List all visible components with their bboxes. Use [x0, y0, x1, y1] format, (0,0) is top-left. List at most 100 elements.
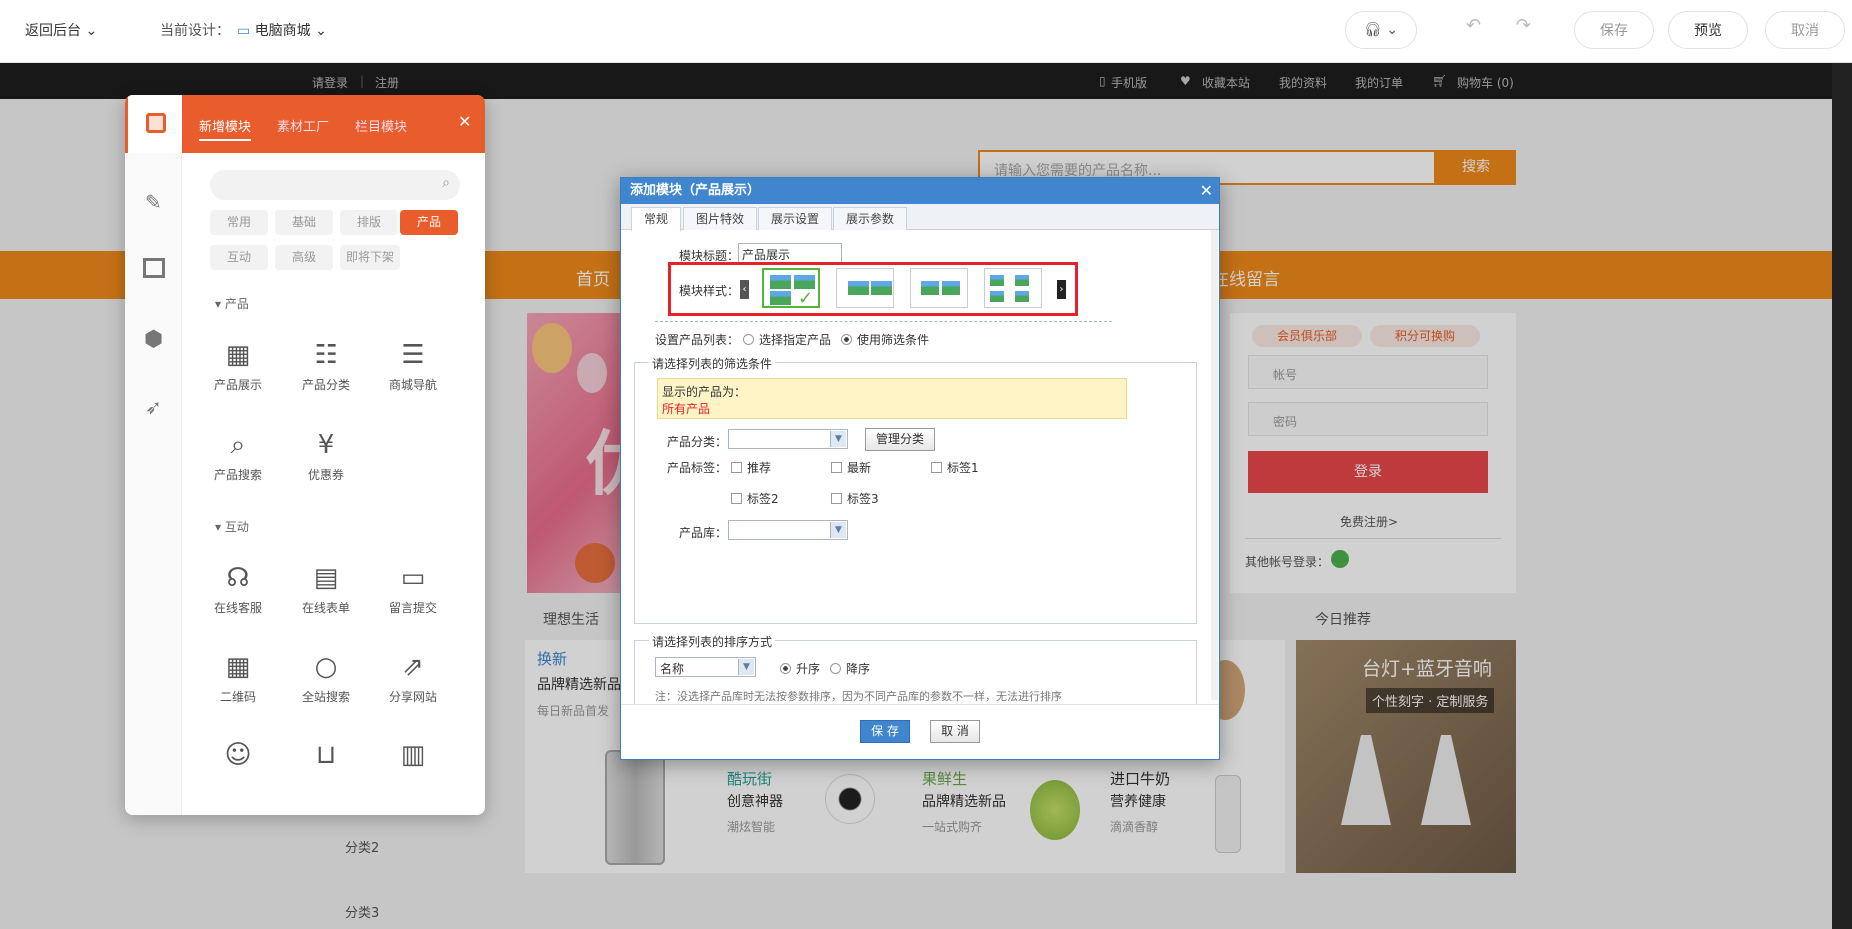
dialog-cancel-button[interactable]: 取 消	[930, 720, 980, 743]
checkbox-label: 标签2	[747, 492, 779, 506]
filter-legend: 请选择列表的筛选条件	[649, 355, 776, 372]
checkbox-icon	[831, 493, 842, 504]
module-online-service[interactable]: ☊ 在线客服	[195, 563, 281, 616]
thumbnail-image	[770, 275, 791, 289]
undo-icon[interactable]: ↶	[1466, 15, 1481, 36]
checkbox-label: 标签1	[947, 461, 979, 475]
module-member[interactable]: ☺	[195, 740, 281, 776]
chevron-left-icon[interactable]: ‹	[740, 280, 749, 299]
chat-icon: ▭	[400, 563, 426, 593]
checkbox-icon	[831, 462, 842, 473]
panel-sidebar: ✎ ⬢ ➶	[125, 95, 182, 815]
module-online-form[interactable]: ▤ 在线表单	[283, 563, 369, 616]
thumbnail-image	[921, 281, 939, 295]
tab-image-effects[interactable]: 图片特效	[683, 207, 758, 230]
style-option-2[interactable]	[836, 268, 894, 308]
chip-product[interactable]: 产品	[400, 210, 458, 235]
chip-layout[interactable]: 排版	[340, 210, 398, 235]
module-message-submit[interactable]: ▭ 留言提交	[370, 563, 456, 616]
manage-category-button[interactable]: 管理分类	[865, 428, 935, 451]
radio-desc[interactable]: 降序	[830, 660, 870, 677]
radio-asc[interactable]: 升序	[780, 660, 820, 677]
radio-label: 升序	[796, 662, 821, 676]
module-poll[interactable]: ▥	[370, 740, 456, 776]
tag-checkbox-recommend[interactable]: 推荐	[731, 459, 771, 476]
thumbnail-image	[871, 281, 892, 295]
chip-interact[interactable]: 互动	[210, 245, 268, 270]
tag-checkbox-newest[interactable]: 最新	[831, 459, 871, 476]
category-select[interactable]: ▼	[728, 429, 848, 449]
category-label: 产品分类：	[667, 435, 728, 449]
save-button[interactable]: 保存	[1574, 11, 1654, 49]
back-to-admin-button[interactable]: 返回后台 ⌄	[25, 20, 97, 40]
caret-down-icon: ▾	[215, 297, 222, 311]
tab-add-module[interactable]: 新增模块	[199, 116, 252, 141]
brush-icon[interactable]: ✎	[145, 190, 162, 214]
module-label: 二维码	[219, 690, 256, 704]
sidebar-item-add-module[interactable]	[125, 95, 182, 153]
scrollbar[interactable]	[1211, 230, 1218, 700]
share-icon: ⇗	[402, 652, 424, 682]
library-select[interactable]: ▼	[728, 520, 848, 540]
monitor-icon: ▭	[237, 23, 251, 39]
thumbnail-image	[942, 281, 960, 295]
tag-checkbox-tag1[interactable]: 标签1	[931, 459, 979, 476]
radio-filter[interactable]: 使用筛选条件	[841, 331, 929, 348]
radio-specified[interactable]: 选择指定产品	[743, 331, 831, 348]
tag-checkbox-tag3[interactable]: 标签3	[831, 490, 879, 507]
module-panel: ✎ ⬢ ➶ 新增模块 素材工厂 栏目模块 ✕ ⌕ 常用 基础 排版 产品 互动 …	[125, 95, 485, 815]
module-search-input[interactable]: ⌕	[210, 170, 460, 200]
chip-basic[interactable]: 基础	[275, 210, 333, 235]
module-coupon[interactable]: ¥ 优惠券	[283, 430, 369, 483]
module-cart[interactable]: ⊔	[283, 740, 369, 776]
tag-checkbox-tag2[interactable]: 标签2	[731, 490, 779, 507]
list-icon: ☷	[314, 340, 338, 370]
rocket-icon[interactable]: ➶	[145, 395, 162, 419]
library-label: 产品库：	[679, 526, 728, 540]
tab-general[interactable]: 常规	[631, 207, 682, 231]
support-button[interactable]: 🎧︎ ⌄	[1345, 11, 1417, 49]
module-label: 在线表单	[301, 601, 350, 615]
module-product-display[interactable]: ▦ 产品展示	[195, 340, 281, 393]
close-icon[interactable]: ✕	[1200, 178, 1213, 204]
chevron-down-icon: ⌄	[85, 23, 98, 39]
redo-icon[interactable]: ↷	[1516, 15, 1531, 36]
style-option-4[interactable]	[984, 268, 1042, 308]
style-option-3[interactable]	[910, 268, 968, 308]
bar-chart-icon: ▥	[400, 740, 426, 770]
module-site-search[interactable]: ○ 全站搜索	[283, 652, 369, 705]
sort-field-select[interactable]: 名称 ▼	[655, 657, 756, 677]
chevron-right-icon[interactable]: ›	[1057, 280, 1066, 299]
coupon-icon: ¥	[317, 430, 335, 460]
thumbnail-image	[1015, 275, 1029, 286]
module-mall-nav[interactable]: ☰ 商城导航	[370, 340, 456, 393]
dialog-tabs: 常规 图片特效 展示设置 展示参数	[621, 204, 1219, 231]
sort-field-value: 名称	[660, 662, 685, 676]
chip-advanced[interactable]: 高级	[275, 245, 333, 270]
module-title-input[interactable]: 产品展示	[738, 243, 842, 263]
thumbnail-image	[770, 291, 791, 305]
hexagon-icon[interactable]: ⬢	[144, 327, 163, 352]
tab-display-settings[interactable]: 展示设置	[758, 207, 833, 230]
dialog-save-button[interactable]: 保 存	[860, 720, 910, 743]
chevron-down-icon: ▼	[738, 659, 754, 675]
search-icon[interactable]: ⌕	[442, 175, 450, 191]
design-select[interactable]: ▭ 电脑商城 ⌄	[237, 20, 327, 40]
tab-column-module[interactable]: 栏目模块	[355, 116, 407, 135]
chip-common[interactable]: 常用	[210, 210, 268, 235]
tab-display-params[interactable]: 展示参数	[833, 207, 908, 230]
style-option-1[interactable]: ✓	[762, 268, 820, 309]
cancel-button[interactable]: 取消	[1765, 11, 1845, 49]
tab-material-factory[interactable]: 素材工厂	[277, 116, 329, 135]
chip-deprecated[interactable]: 即将下架	[340, 245, 400, 270]
preview-button[interactable]: 预览	[1668, 11, 1748, 49]
module-icon	[146, 113, 166, 133]
user-icon: ☺	[224, 740, 252, 770]
module-qrcode[interactable]: ▦ 二维码	[195, 652, 281, 705]
headset-icon: 🎧︎	[1364, 22, 1382, 38]
close-icon[interactable]: ✕	[458, 112, 471, 131]
module-share-site[interactable]: ⇗ 分享网站	[370, 652, 456, 705]
layout-icon[interactable]	[143, 258, 165, 278]
module-product-category[interactable]: ☷ 产品分类	[283, 340, 369, 393]
module-product-search[interactable]: ⌕ 产品搜索	[195, 430, 281, 483]
